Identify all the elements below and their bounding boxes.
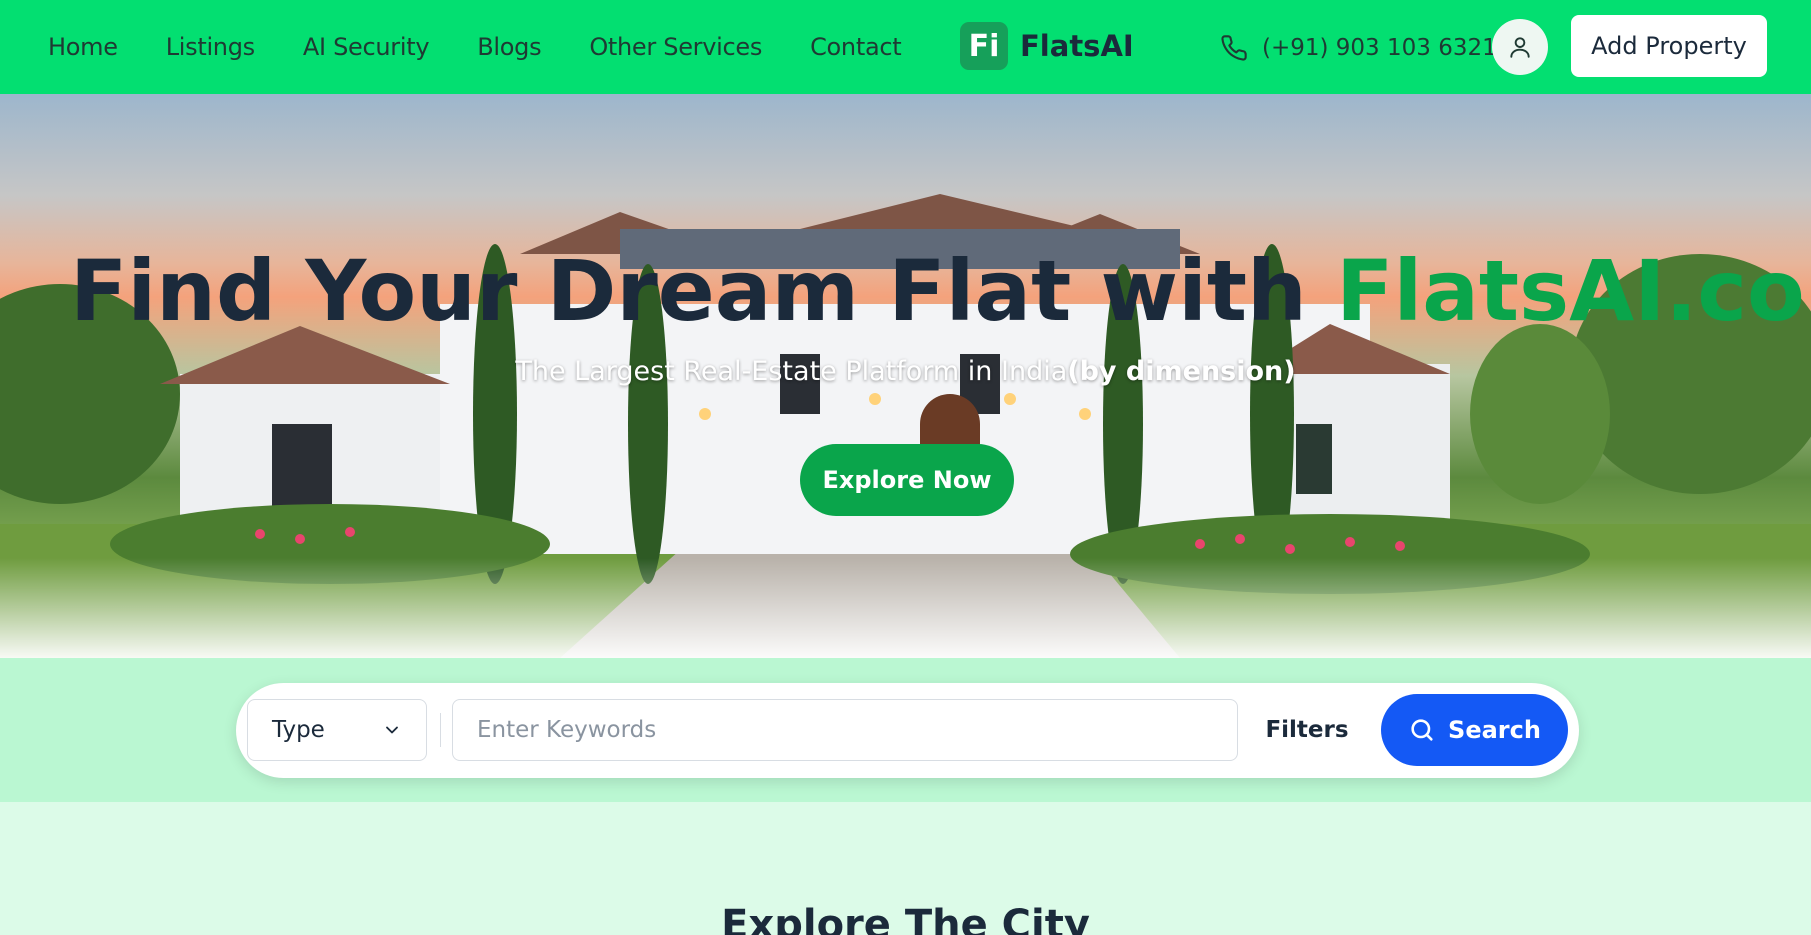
nav-ai-security-link[interactable]: AI Security: [303, 33, 430, 61]
hero-headline-main: Find Your Dream Flat with: [70, 242, 1337, 340]
brand-mark-icon: Fi: [960, 22, 1008, 70]
nav-listings-link[interactable]: Listings: [166, 33, 255, 61]
keywords-search-input[interactable]: [452, 699, 1238, 761]
user-icon: [1510, 37, 1530, 58]
phone-number: (+91) 903 103 6321: [1262, 35, 1497, 61]
user-account-button[interactable]: [1492, 19, 1548, 75]
nav-blogs-link[interactable]: Blogs: [477, 33, 541, 61]
search-button[interactable]: Search: [1381, 694, 1568, 766]
hero-subtitle-main: The Largest Real-Estate Platform in Indi…: [515, 356, 1068, 387]
main-nav: Home Listings AI Security Blogs Other Se…: [48, 0, 949, 94]
hero-subtitle-bold: (by dimension): [1067, 356, 1296, 387]
search-divider: [440, 713, 441, 747]
search-button-label: Search: [1448, 716, 1541, 744]
type-dropdown-label: Type: [272, 717, 325, 743]
nav-contact-link[interactable]: Contact: [810, 33, 902, 61]
brand-name: FlatsAI: [1020, 29, 1134, 63]
hero-banner: Find Your Dream Flat with FlatsAI.com Th…: [0, 94, 1811, 658]
search-icon: [1411, 719, 1433, 741]
top-navbar: Home Listings AI Security Blogs Other Se…: [0, 0, 1811, 94]
hero-headline-accent: FlatsAI.com: [1336, 242, 1811, 340]
hero-subtitle: The Largest Real-Estate Platform in Indi…: [0, 356, 1811, 387]
type-dropdown[interactable]: Type: [247, 699, 427, 761]
brand-logo[interactable]: Fi FlatsAI: [960, 22, 1134, 70]
filters-button[interactable]: Filters: [1255, 699, 1359, 761]
hero-bottom-fade: [0, 558, 1811, 658]
phone-icon: [1221, 35, 1247, 61]
explore-now-button[interactable]: Explore Now: [800, 444, 1014, 516]
nav-other-services-link[interactable]: Other Services: [589, 33, 762, 61]
phone-contact[interactable]: (+91) 903 103 6321: [1220, 28, 1497, 68]
hero-headline: Find Your Dream Flat with FlatsAI.com: [70, 242, 1811, 340]
chevron-down-icon: [386, 726, 398, 734]
nav-home-link[interactable]: Home: [48, 33, 118, 61]
explore-city-heading: Explore The City: [721, 902, 1090, 935]
add-property-button[interactable]: Add Property: [1571, 15, 1767, 77]
